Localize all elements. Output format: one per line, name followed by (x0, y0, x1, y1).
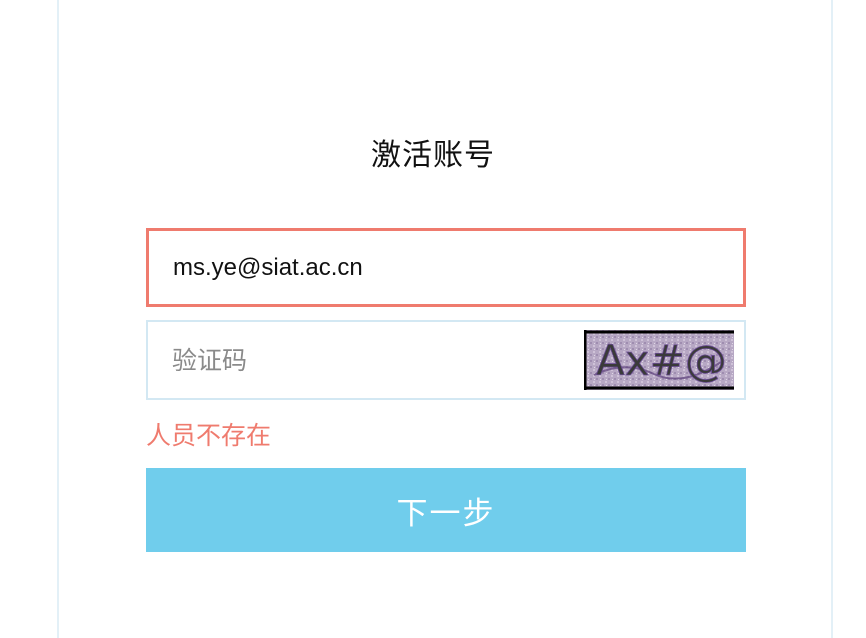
next-step-button[interactable]: 下一步 (146, 468, 746, 552)
page-title: 激活账号 (371, 138, 495, 173)
captcha-input[interactable] (148, 322, 578, 398)
error-message: 人员不存在 (146, 421, 272, 450)
email-field[interactable] (146, 228, 746, 307)
captcha-field-wrapper: Ax#@ (146, 320, 746, 400)
captcha-noise-graphic: Ax#@ (584, 330, 734, 390)
captcha-text: Ax#@ (596, 336, 727, 385)
captcha-image[interactable]: Ax#@ (584, 330, 734, 390)
